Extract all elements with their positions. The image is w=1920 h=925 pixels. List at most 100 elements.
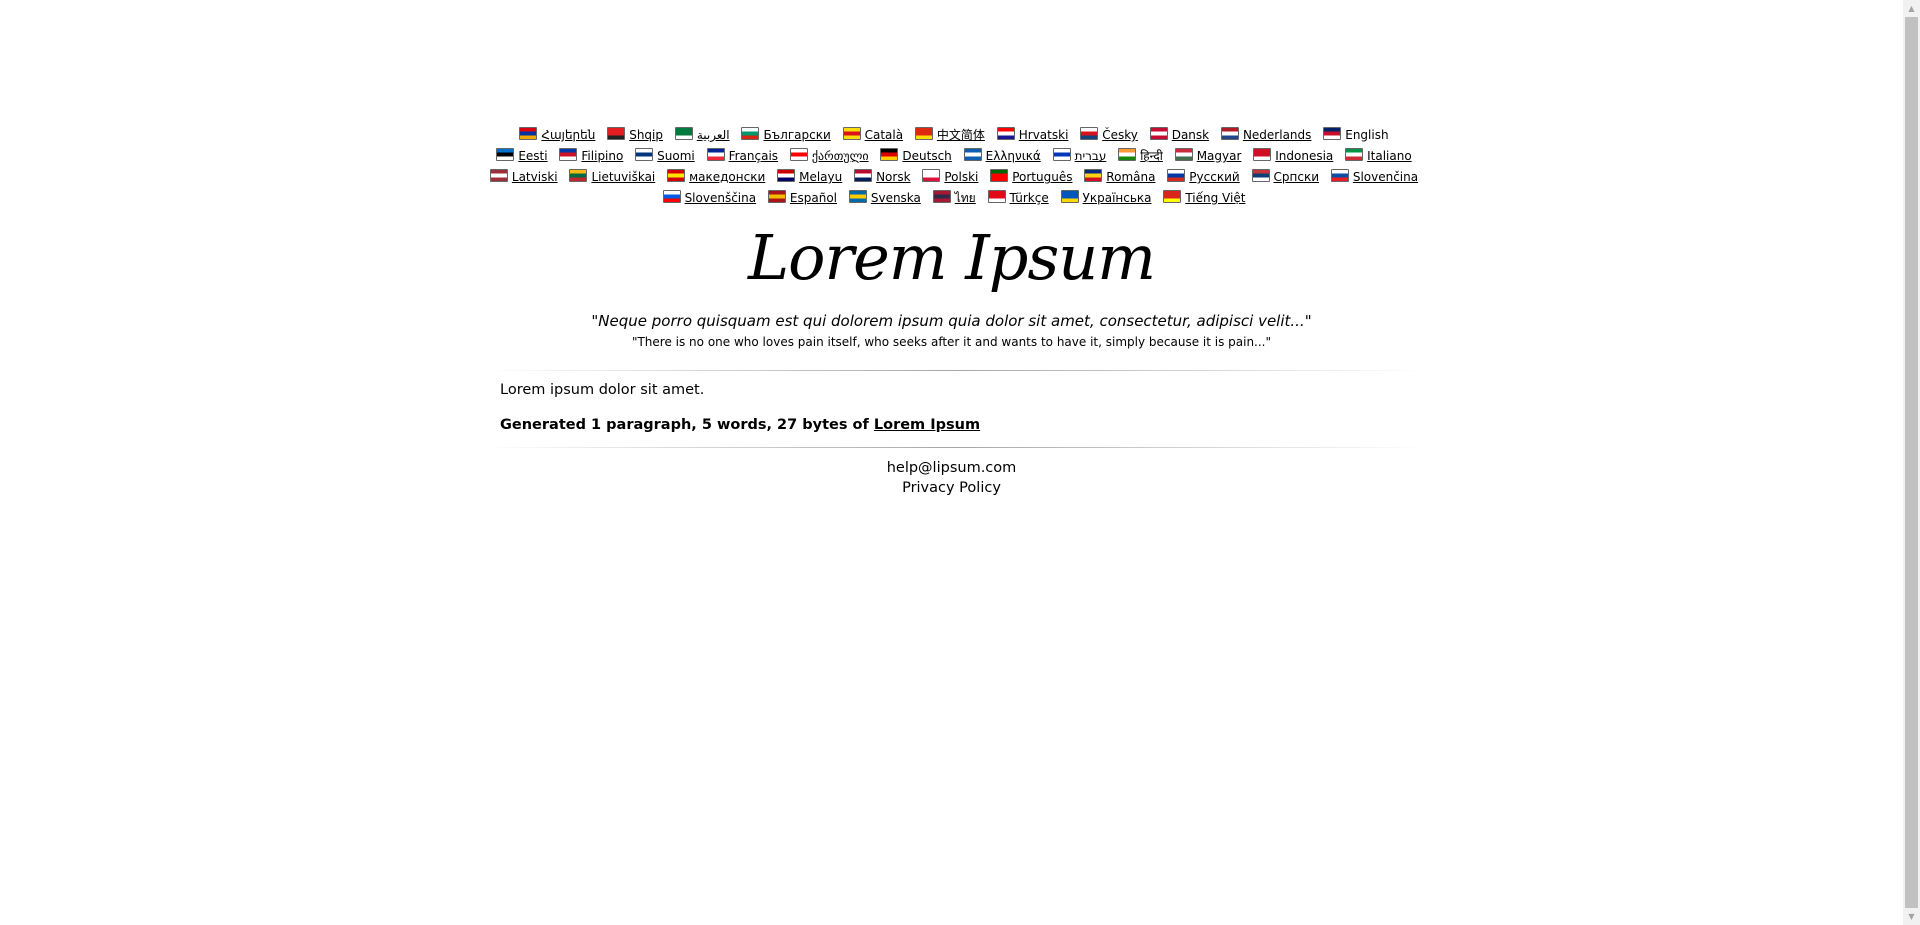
language-link[interactable]: Česky: [1102, 128, 1138, 142]
language-link[interactable]: Српски: [1274, 170, 1320, 184]
language-item[interactable]: Suomi: [635, 146, 695, 167]
language-link[interactable]: Suomi: [657, 149, 695, 163]
language-item[interactable]: Indonesia: [1253, 146, 1333, 167]
language-item[interactable]: Lietuviškai: [569, 167, 655, 188]
flag-icon: [607, 127, 626, 140]
language-link[interactable]: македонски: [689, 170, 765, 184]
language-link[interactable]: Slovenčina: [1353, 170, 1418, 184]
language-link[interactable]: Italiano: [1367, 149, 1412, 163]
language-item[interactable]: Հայերեն: [519, 125, 595, 146]
language-link[interactable]: Norsk: [876, 170, 910, 184]
language-link[interactable]: Català: [865, 128, 903, 142]
language-item[interactable]: Català: [842, 125, 903, 146]
language-link[interactable]: Shqip: [629, 128, 663, 142]
language-item[interactable]: Svenska: [848, 188, 921, 209]
language-link[interactable]: Melayu: [799, 170, 842, 184]
language-link[interactable]: Português: [1012, 170, 1072, 184]
language-item[interactable]: Filipino: [559, 146, 623, 167]
language-link[interactable]: Български: [763, 128, 830, 142]
language-item[interactable]: Italiano: [1345, 146, 1412, 167]
language-link[interactable]: Eesti: [518, 149, 547, 163]
privacy-policy-link[interactable]: Privacy Policy: [902, 480, 1001, 496]
language-link[interactable]: ქართული: [812, 149, 869, 163]
latin-quote: "Neque porro quisquam est qui dolorem ip…: [591, 312, 1312, 330]
language-item[interactable]: Eesti: [496, 146, 548, 167]
language-link[interactable]: ไทย: [955, 191, 976, 205]
language-link[interactable]: Tiếng Việt: [1185, 191, 1245, 205]
scroll-up-arrow-icon[interactable]: ▲: [1903, 0, 1920, 17]
language-link[interactable]: Українська: [1083, 191, 1152, 205]
flag-icon: [559, 148, 578, 161]
language-item[interactable]: Shqip: [607, 125, 663, 146]
language-item[interactable]: Tiếng Việt: [1163, 188, 1245, 209]
language-item[interactable]: Česky: [1080, 125, 1138, 146]
language-link[interactable]: 中文简体: [937, 128, 985, 142]
language-item[interactable]: العربية: [674, 125, 730, 146]
language-link[interactable]: Slovenščina: [685, 191, 757, 205]
language-item[interactable]: Româna: [1084, 167, 1155, 188]
divider-bottom: [484, 447, 1424, 448]
language-item[interactable]: Nederlands: [1220, 125, 1311, 146]
lorem-ipsum-link[interactable]: Lorem Ipsum: [874, 417, 980, 433]
language-link[interactable]: Lietuviškai: [591, 170, 655, 184]
language-link[interactable]: Pyccкий: [1189, 170, 1239, 184]
language-item[interactable]: Pyccкий: [1167, 167, 1240, 188]
flag-icon: [1345, 148, 1364, 161]
language-link[interactable]: العربية: [697, 128, 730, 142]
email-link[interactable]: help@lipsum.com: [887, 460, 1017, 476]
language-item[interactable]: हिन्दी: [1118, 146, 1163, 167]
language-link[interactable]: Français: [729, 149, 778, 163]
language-link[interactable]: Polski: [944, 170, 978, 184]
language-item[interactable]: Português: [990, 167, 1072, 188]
language-item[interactable]: Українська: [1060, 188, 1152, 209]
language-link[interactable]: עברית: [1075, 149, 1107, 163]
flag-icon: [987, 190, 1006, 203]
language-link[interactable]: Hrvatski: [1019, 128, 1069, 142]
flag-icon: [489, 169, 508, 182]
language-link[interactable]: Latviski: [512, 170, 558, 184]
language-link[interactable]: Magyar: [1197, 149, 1242, 163]
language-link[interactable]: Ελληνικά: [986, 149, 1041, 163]
generated-lipsum-text: Lorem ipsum dolor sit amet.: [500, 382, 705, 398]
language-item[interactable]: Slovenščina: [662, 188, 757, 209]
language-item[interactable]: ไทย: [932, 188, 976, 209]
language-item[interactable]: Polski: [922, 167, 978, 188]
language-item[interactable]: Slovenčina: [1330, 167, 1418, 188]
language-link[interactable]: Indonesia: [1275, 149, 1333, 163]
language-link[interactable]: हिन्दी: [1140, 149, 1163, 163]
footer: help@lipsum.com Privacy Policy: [0, 458, 1903, 498]
flag-icon: [990, 169, 1009, 182]
language-link[interactable]: Dansk: [1172, 128, 1209, 142]
language-link[interactable]: Español: [790, 191, 837, 205]
language-item[interactable]: Српски: [1251, 167, 1320, 188]
language-item[interactable]: 中文简体: [914, 125, 985, 146]
language-item[interactable]: Français: [706, 146, 778, 167]
language-item[interactable]: עברית: [1052, 146, 1107, 167]
language-item[interactable]: Hrvatski: [996, 125, 1069, 146]
language-item[interactable]: Melayu: [777, 167, 842, 188]
language-link[interactable]: Româna: [1106, 170, 1155, 184]
flag-icon: [848, 190, 867, 203]
language-item[interactable]: Ελληνικά: [963, 146, 1041, 167]
language-item[interactable]: Norsk: [854, 167, 911, 188]
language-item[interactable]: Dansk: [1149, 125, 1209, 146]
language-item[interactable]: Español: [767, 188, 837, 209]
scrollbar-thumb[interactable]: [1905, 17, 1918, 908]
language-link[interactable]: Nederlands: [1243, 128, 1311, 142]
language-link[interactable]: Türkçe: [1010, 191, 1049, 205]
flag-icon: [922, 169, 941, 182]
language-item[interactable]: Български: [741, 125, 831, 146]
language-link[interactable]: Filipino: [581, 149, 623, 163]
page-title: Lorem Ipsum: [747, 221, 1156, 294]
language-item[interactable]: Latviski: [489, 167, 558, 188]
language-link[interactable]: Deutsch: [902, 149, 951, 163]
vertical-scrollbar[interactable]: ▲ ▼: [1903, 0, 1920, 925]
language-item[interactable]: македонски: [667, 167, 765, 188]
language-link[interactable]: Հայերեն: [541, 128, 595, 142]
scroll-down-arrow-icon[interactable]: ▼: [1903, 908, 1920, 925]
language-item[interactable]: Türkçe: [987, 188, 1049, 209]
language-item[interactable]: Magyar: [1174, 146, 1242, 167]
language-item[interactable]: ქართული: [789, 146, 869, 167]
language-item[interactable]: Deutsch: [880, 146, 952, 167]
language-link[interactable]: Svenska: [871, 191, 921, 205]
